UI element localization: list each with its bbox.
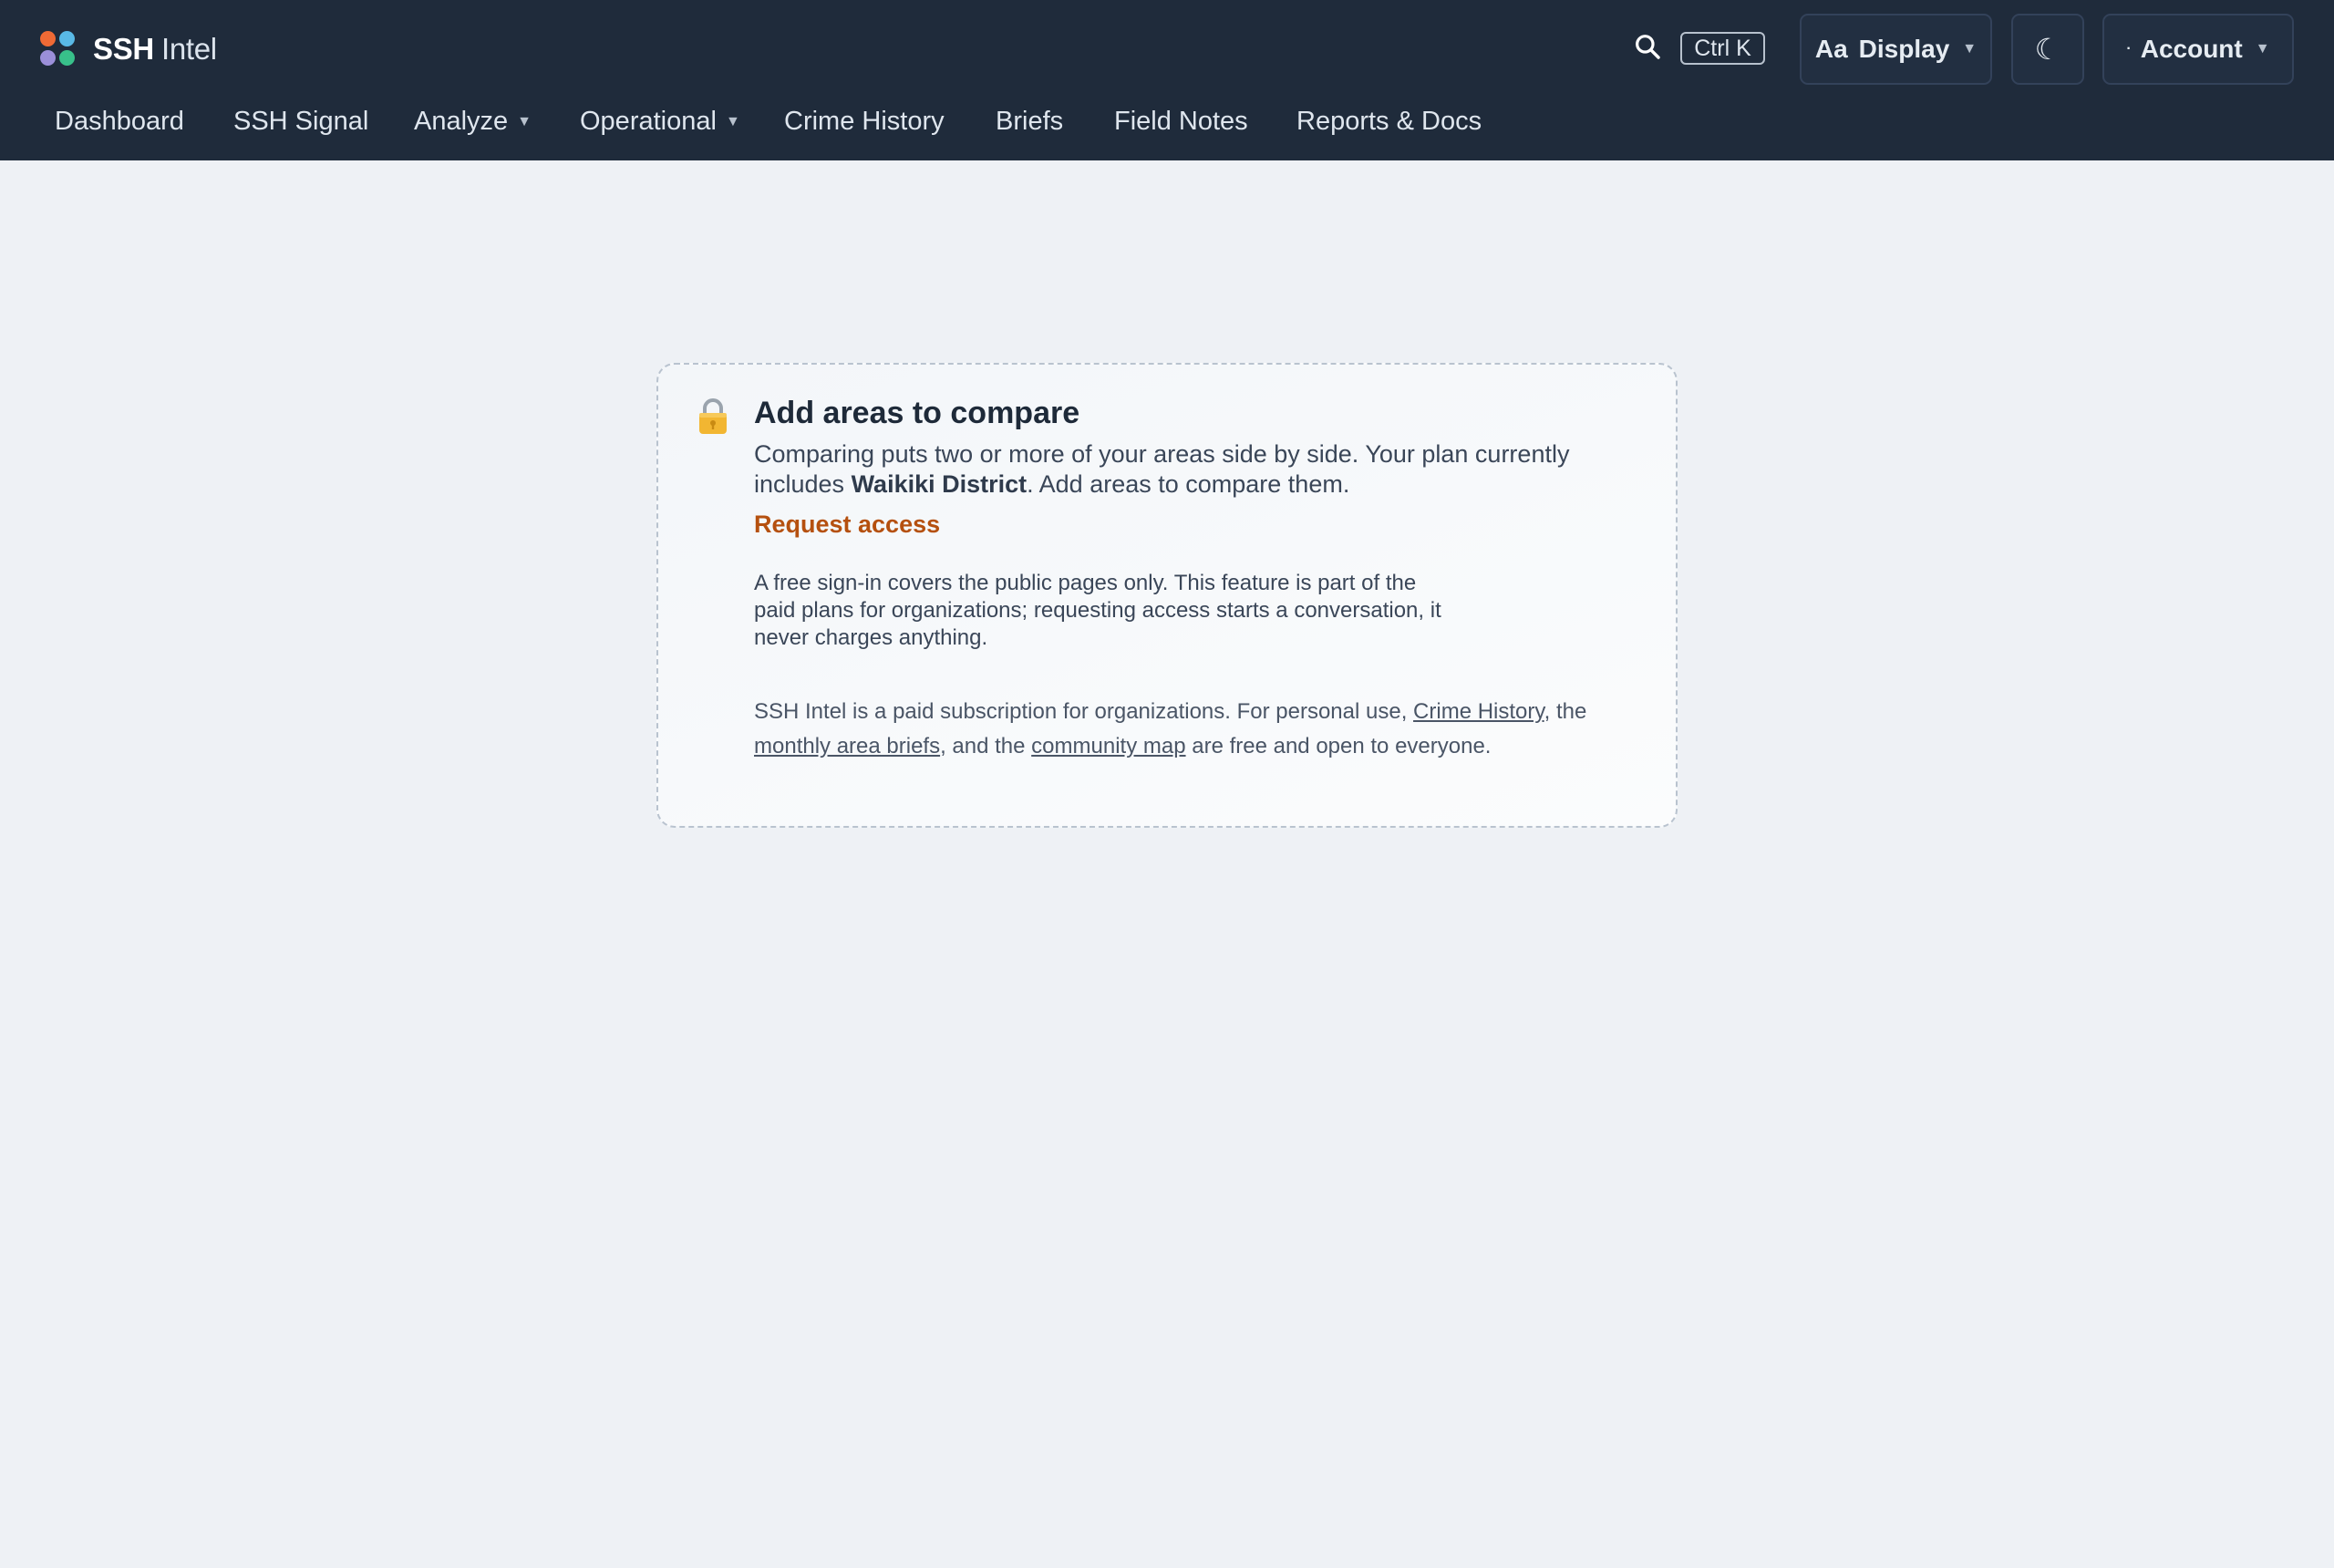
chevron-down-icon: ▼ bbox=[725, 114, 740, 130]
account-label: Account bbox=[2140, 35, 2243, 63]
nav-item-label: Dashboard bbox=[55, 107, 184, 136]
card-title: Add areas to compare bbox=[754, 396, 1080, 430]
free-resources-text: SSH Intel is a paid subscription for org… bbox=[754, 699, 1414, 724]
main-nav: Dashboard SSH Signal Analyze ▼ Operationa… bbox=[0, 98, 2334, 144]
search-button[interactable] bbox=[1632, 31, 1663, 62]
request-access-link[interactable]: Request access bbox=[754, 511, 940, 539]
nav-item-briefs[interactable]: Briefs bbox=[996, 98, 1063, 144]
pricing-note: A free sign-in covers the public pages o… bbox=[754, 571, 1441, 650]
nav-item-field-notes[interactable]: Field Notes bbox=[1114, 98, 1248, 144]
free-resources-text: , and the bbox=[940, 734, 1032, 758]
display-label: Display bbox=[1858, 35, 1950, 63]
four-dot-logo-icon bbox=[40, 31, 77, 67]
nav-item-operational[interactable]: Operational ▼ bbox=[580, 98, 740, 144]
chevron-down-icon: ▼ bbox=[2255, 41, 2270, 57]
brand-name-light: Intel bbox=[160, 32, 217, 66]
search-icon bbox=[1636, 35, 1660, 59]
nav-item-label: Crime History bbox=[784, 107, 945, 136]
brand[interactable]: SSH Intel bbox=[40, 27, 217, 71]
moon-icon: ☾ bbox=[2034, 33, 2061, 66]
free-resources-text: are free and open to everyone. bbox=[1185, 734, 1492, 758]
lock-icon bbox=[699, 398, 727, 434]
search-shortcut-hint: Ctrl K bbox=[1680, 32, 1765, 65]
display-button[interactable]: Aa Display ▼ bbox=[1800, 14, 1992, 85]
card-description: Comparing puts two or more of your areas… bbox=[754, 439, 1575, 500]
community-map-link[interactable]: community map bbox=[1031, 734, 1185, 758]
card-description-text: . Add areas to compare them. bbox=[1027, 470, 1350, 498]
nav-item-label: Reports & Docs bbox=[1296, 107, 1482, 136]
chevron-down-icon: ▼ bbox=[1962, 41, 1978, 57]
brand-name-bold: SSH bbox=[93, 32, 154, 66]
text-size-icon: Aa bbox=[1814, 35, 1848, 63]
top-header: SSH Intel Ctrl K Aa Display ▼ ☾ · Account… bbox=[0, 0, 2334, 160]
brand-name: SSH Intel bbox=[93, 32, 217, 67]
nav-item-label: Analyze bbox=[414, 107, 509, 136]
nav-item-label: Field Notes bbox=[1114, 107, 1248, 136]
nav-item-label: Briefs bbox=[996, 107, 1064, 136]
free-resources-note: SSH Intel is a paid subscription for org… bbox=[754, 695, 1629, 764]
current-area: Waikiki District bbox=[851, 470, 1028, 498]
upgrade-card: Add areas to compare Comparing puts two … bbox=[656, 363, 1678, 828]
theme-toggle-button[interactable]: ☾ bbox=[2011, 14, 2084, 85]
crime-history-link[interactable]: Crime History bbox=[1413, 699, 1544, 724]
chevron-down-icon: ▼ bbox=[517, 114, 532, 130]
nav-item-crime-history[interactable]: Crime History bbox=[784, 98, 945, 144]
user-icon: · bbox=[2126, 41, 2132, 57]
monthly-area-briefs-link[interactable]: monthly area briefs bbox=[754, 734, 940, 758]
nav-item-analyze[interactable]: Analyze ▼ bbox=[414, 98, 532, 144]
free-resources-text: , the bbox=[1544, 699, 1587, 724]
nav-item-label: Operational bbox=[580, 107, 717, 136]
nav-item-reports-docs[interactable]: Reports & Docs bbox=[1296, 98, 1482, 144]
nav-item-dashboard[interactable]: Dashboard bbox=[55, 98, 184, 144]
nav-item-label: SSH Signal bbox=[233, 107, 369, 136]
nav-item-ssh-signal[interactable]: SSH Signal bbox=[233, 98, 368, 144]
account-button[interactable]: · Account ▼ bbox=[2102, 14, 2294, 85]
